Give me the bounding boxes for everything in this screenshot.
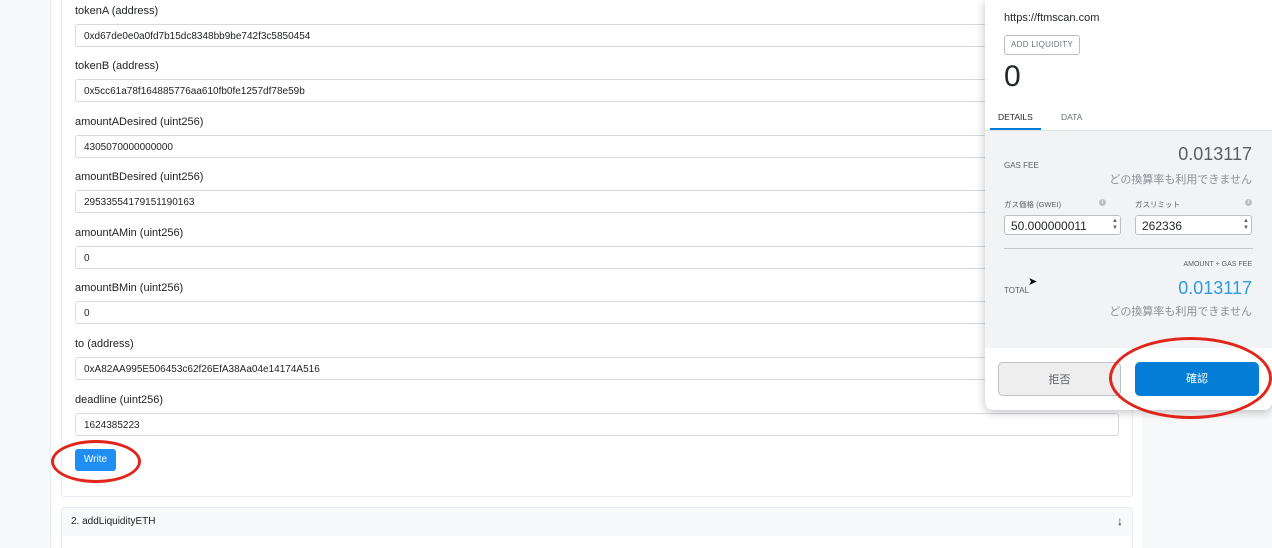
site-origin: https://ftmscan.com: [1004, 12, 1100, 24]
field-label-amountADesired: amountADesired (uint256): [75, 116, 204, 128]
input-amountBMin[interactable]: 0: [75, 301, 1119, 324]
field-label-amountBMin: amountBMin (uint256): [75, 282, 184, 294]
function-card-addliquidity: tokenA (address) 0xd67de0e0a0fd7b15dc834…: [61, 0, 1133, 497]
input-tokenA[interactable]: 0xd67de0e0a0fd7b15dc8348bb9be742f3c58504…: [75, 24, 1119, 47]
total-conversion: どの換算率も利用できません: [1109, 306, 1252, 318]
function-title: 2. addLiquidityETH: [71, 516, 156, 527]
input-deadline[interactable]: 1624385223: [75, 413, 1119, 436]
function-card-addliquidityeth[interactable]: 2. addLiquidityETH ↓: [61, 507, 1133, 538]
tab-data[interactable]: DATA: [1061, 112, 1082, 122]
input-amountAMin[interactable]: 0: [75, 246, 1119, 269]
gas-limit-value: 262336: [1142, 219, 1183, 233]
function-card-body: [61, 536, 1133, 548]
field-label-tokenA: tokenA (address): [75, 5, 159, 17]
info-icon[interactable]: i: [1099, 199, 1106, 206]
input-tokenB[interactable]: 0x5cc61a78f164885776aa610fb0fe1257df78e5…: [75, 79, 1119, 102]
gas-fee-value: 0.013117: [1178, 144, 1252, 164]
field-label-to: to (address): [75, 338, 134, 350]
amount-gas-fee-label: AMOUNT + GAS FEE: [1183, 261, 1252, 268]
stepper-icon[interactable]: ▲ ▼: [1243, 218, 1249, 232]
highlight-ring-write: [51, 440, 141, 483]
contract-page: tokenA (address) 0xd67de0e0a0fd7b15dc834…: [50, 0, 1144, 548]
reject-button[interactable]: 拒否: [998, 362, 1121, 396]
gas-price-value: 50.000000011: [1011, 219, 1087, 233]
field-label-amountBDesired: amountBDesired (uint256): [75, 171, 204, 183]
field-label-tokenB: tokenB (address): [75, 60, 159, 72]
input-amountBDesired[interactable]: 29533554179151190163: [75, 190, 1119, 213]
mouse-cursor-icon: ➤: [1028, 276, 1038, 288]
total-value: 0.013117: [1178, 278, 1252, 298]
stepper-icon[interactable]: ▲ ▼: [1112, 218, 1118, 232]
gas-price-input[interactable]: 50.000000011 ▲ ▼: [1004, 215, 1121, 235]
right-gutter: [1142, 410, 1272, 548]
gas-fee-conversion: どの換算率も利用できません: [1109, 174, 1252, 186]
total-label: TOTAL: [1004, 286, 1030, 295]
transaction-amount: 0: [1004, 60, 1021, 93]
divider: [1004, 248, 1253, 249]
method-badge: ADD LIQUIDITY: [1004, 35, 1081, 55]
tab-details[interactable]: DETAILS: [998, 112, 1033, 122]
info-icon[interactable]: i: [1245, 199, 1252, 206]
highlight-ring-confirm: [1109, 337, 1272, 419]
field-label-deadline: deadline (uint256): [75, 394, 164, 406]
gas-limit-input[interactable]: 262336 ▲ ▼: [1135, 215, 1252, 235]
active-tab-indicator: [990, 128, 1041, 130]
gas-limit-label: ガスリミット: [1135, 200, 1180, 209]
tab-bar: DETAILS DATA: [985, 104, 1272, 131]
gas-price-label: ガス価格 (GWEI): [1004, 200, 1062, 209]
input-amountADesired[interactable]: 4305070000000000: [75, 135, 1119, 158]
input-to[interactable]: 0xA82AA995E506453c62f26EfA38Aa04e14174A5…: [75, 357, 1119, 380]
field-label-amountAMin: amountAMin (uint256): [75, 227, 184, 239]
details-panel: GAS FEE 0.013117 どの換算率も利用できません ガス価格 (GWE…: [985, 131, 1272, 348]
arrow-down-icon[interactable]: ↓: [1117, 514, 1123, 528]
gas-fee-label: GAS FEE: [1004, 161, 1039, 170]
